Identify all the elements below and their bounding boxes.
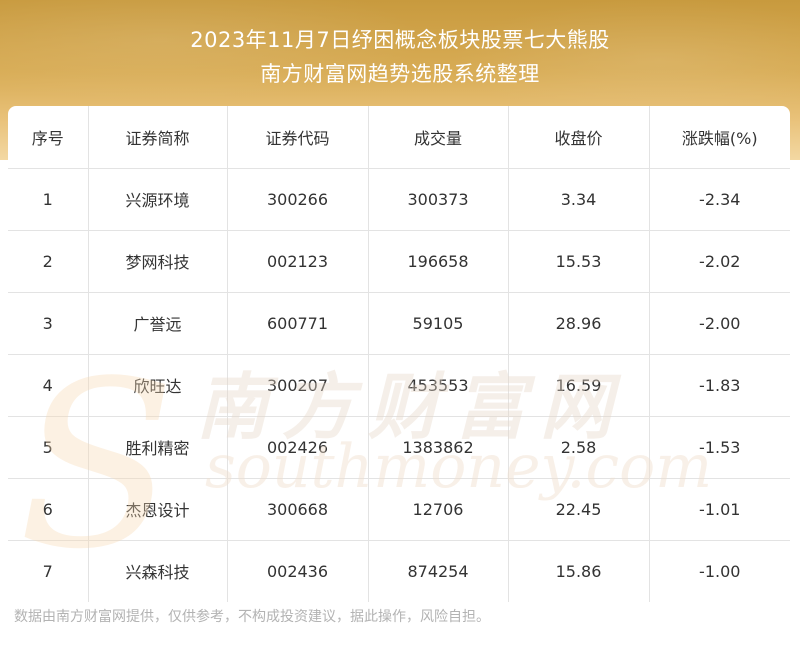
- column-header-index: 序号: [8, 106, 89, 169]
- cell-volume: 59105: [368, 292, 509, 355]
- cell-name: 广誉远: [88, 292, 228, 355]
- cell-index: 4: [8, 354, 89, 417]
- cell-change: -2.02: [649, 230, 790, 293]
- cell-name: 胜利精密: [88, 416, 228, 479]
- cell-code: 002123: [227, 230, 369, 293]
- cell-name: 兴森科技: [88, 540, 228, 602]
- column-header-volume: 成交量: [368, 106, 509, 169]
- cell-name: 梦网科技: [88, 230, 228, 293]
- table-row: 5 胜利精密 002426 1383862 2.58 -1.53: [8, 416, 790, 479]
- cell-change: -1.01: [649, 478, 790, 541]
- table-row: 7 兴森科技 002436 874254 15.86 -1.00: [8, 540, 790, 602]
- data-table-card: 序号 证券简称 证券代码 成交量 收盘价 涨跌幅(%) 1 兴源环境 30026…: [8, 106, 790, 602]
- cell-index: 5: [8, 416, 89, 479]
- cell-code: 300266: [227, 168, 369, 231]
- cell-close: 28.96: [508, 292, 650, 355]
- cell-code: 002436: [227, 540, 369, 602]
- cell-index: 6: [8, 478, 89, 541]
- table-row: 6 杰恩设计 300668 12706 22.45 -1.01: [8, 478, 790, 541]
- cell-close: 3.34: [508, 168, 650, 231]
- cell-index: 2: [8, 230, 89, 293]
- cell-volume: 1383862: [368, 416, 509, 479]
- cell-code: 002426: [227, 416, 369, 479]
- column-header-close: 收盘价: [508, 106, 650, 169]
- table-row: 3 广誉远 600771 59105 28.96 -2.00: [8, 292, 790, 355]
- cell-code: 300207: [227, 354, 369, 417]
- cell-close: 2.58: [508, 416, 650, 479]
- cell-index: 7: [8, 540, 89, 602]
- page-title: 2023年11月7日纾困概念板块股票七大熊股: [190, 28, 610, 52]
- cell-change: -1.53: [649, 416, 790, 479]
- cell-close: 22.45: [508, 478, 650, 541]
- column-header-code: 证券代码: [227, 106, 369, 169]
- cell-change: -2.00: [649, 292, 790, 355]
- cell-volume: 453553: [368, 354, 509, 417]
- cell-close: 15.86: [508, 540, 650, 602]
- stock-table: 序号 证券简称 证券代码 成交量 收盘价 涨跌幅(%) 1 兴源环境 30026…: [8, 106, 790, 602]
- table-row: 4 欣旺达 300207 453553 16.59 -1.83: [8, 354, 790, 417]
- table-row: 2 梦网科技 002123 196658 15.53 -2.02: [8, 230, 790, 293]
- cell-volume: 12706: [368, 478, 509, 541]
- footer-disclaimer: 数据由南方财富网提供，仅供参考，不构成投资建议，据此操作，风险自担。: [14, 609, 490, 625]
- cell-volume: 300373: [368, 168, 509, 231]
- cell-name: 杰恩设计: [88, 478, 228, 541]
- cell-close: 16.59: [508, 354, 650, 417]
- cell-name: 欣旺达: [88, 354, 228, 417]
- cell-index: 3: [8, 292, 89, 355]
- cell-index: 1: [8, 168, 89, 231]
- cell-code: 300668: [227, 478, 369, 541]
- table-row: 1 兴源环境 300266 300373 3.34 -2.34: [8, 168, 790, 231]
- column-header-name: 证券简称: [88, 106, 228, 169]
- cell-name: 兴源环境: [88, 168, 228, 231]
- page-subtitle: 南方财富网趋势选股系统整理: [260, 62, 540, 86]
- cell-volume: 196658: [368, 230, 509, 293]
- table-header-row: 序号 证券简称 证券代码 成交量 收盘价 涨跌幅(%): [8, 106, 790, 169]
- cell-code: 600771: [227, 292, 369, 355]
- cell-volume: 874254: [368, 540, 509, 602]
- cell-change: -1.00: [699, 561, 741, 581]
- column-header-change: 涨跌幅(%): [649, 106, 790, 169]
- cell-change: -1.83: [649, 354, 790, 417]
- cell-close: 15.53: [508, 230, 650, 293]
- cell-change: -2.34: [649, 168, 790, 231]
